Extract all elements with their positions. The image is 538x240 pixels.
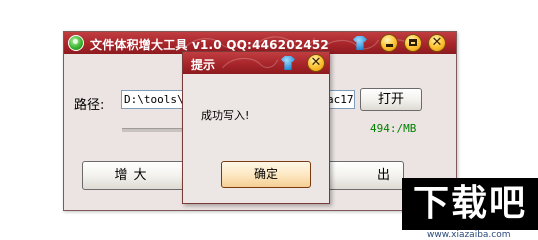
ok-button[interactable]: 确定 <box>221 161 311 188</box>
path-input[interactable]: D:\tools\桌 <box>121 90 183 109</box>
progress-bar <box>122 128 186 132</box>
dialog-close-button[interactable]: ✕ <box>307 54 325 72</box>
message-dialog: 提示 ✕ 成功写入! 确定 <box>182 51 330 204</box>
minimize-icon <box>386 44 393 47</box>
close-button[interactable]: ✕ <box>428 34 446 52</box>
path-input-tail[interactable]: ac17 <box>327 90 355 109</box>
dialog-message: 成功写入! <box>201 109 250 122</box>
exit-button[interactable]: 出 <box>320 161 404 190</box>
dialog-title: 提示 <box>191 58 216 72</box>
app-logo-icon <box>68 35 84 51</box>
maximize-icon <box>409 39 417 46</box>
watermark-logo: 下载吧 <box>402 178 538 230</box>
maximize-button[interactable] <box>404 34 422 52</box>
open-button[interactable]: 打开 <box>360 88 422 111</box>
close-icon: ✕ <box>431 35 443 50</box>
minimize-button[interactable] <box>380 34 398 52</box>
path-label: 路径: <box>74 98 105 113</box>
watermark-url: www.xiazaiba.com <box>427 230 511 240</box>
dialog-titlebar[interactable]: 提示 ✕ <box>183 52 329 74</box>
enlarge-button[interactable]: 增大 <box>82 161 185 190</box>
close-icon: ✕ <box>310 55 322 70</box>
size-readout: 494:/MB <box>370 122 417 135</box>
